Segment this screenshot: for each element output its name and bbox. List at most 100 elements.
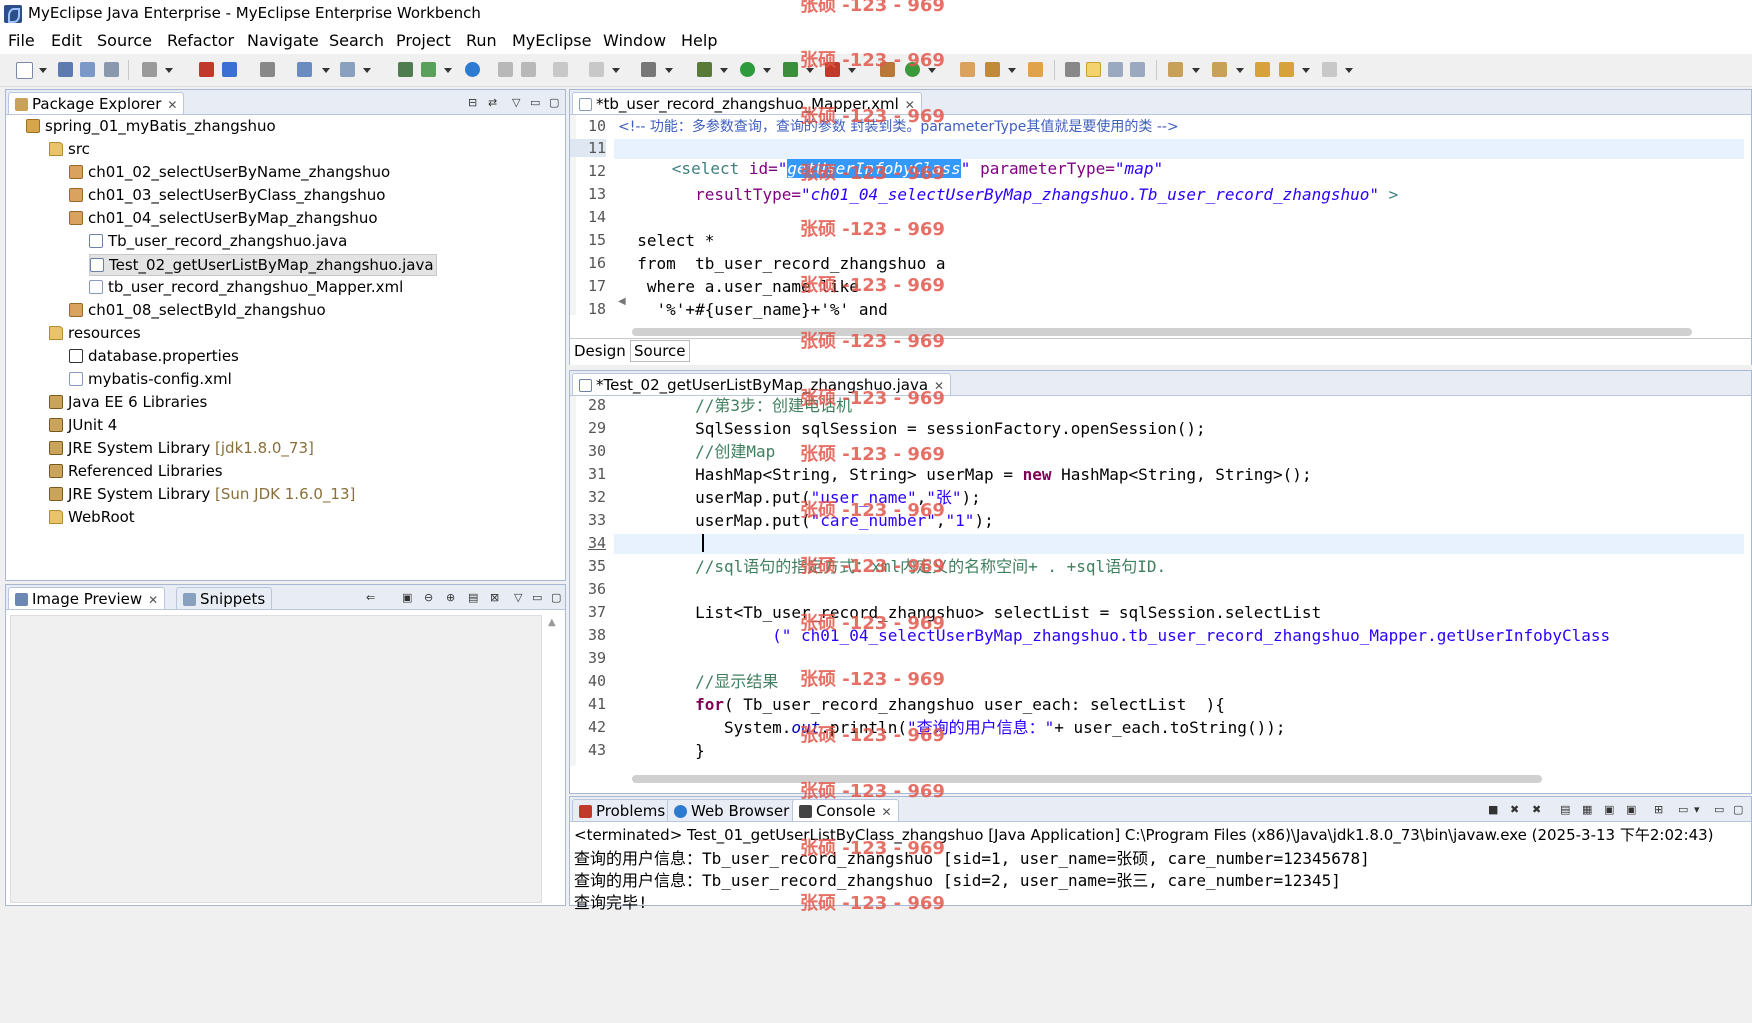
xml-code-area[interactable]: 10 11 12 13 14 15 16 17 18 <!-- 功能：多参数查询…	[570, 115, 1750, 319]
tab-web-browser[interactable]: Web Browser	[667, 799, 797, 821]
terminate-icon[interactable]: ■	[1488, 803, 1498, 816]
minimize-icon[interactable]: ▭	[532, 591, 542, 604]
scroll-up-icon[interactable]: ▲	[548, 617, 556, 628]
save-all-icon[interactable]	[80, 62, 95, 77]
close-icon[interactable]: ✕	[148, 589, 158, 611]
maximize-icon[interactable]: ▢	[551, 591, 561, 604]
menu-edit[interactable]: Edit	[51, 31, 82, 50]
tab-design[interactable]: Design	[574, 342, 626, 360]
build-icon[interactable]	[553, 62, 568, 77]
profile-icon[interactable]	[825, 62, 840, 77]
menu-file[interactable]: File	[8, 31, 35, 50]
open-type-icon[interactable]	[260, 62, 275, 77]
camera-dropdown-icon[interactable]	[665, 68, 673, 73]
close-icon[interactable]: ✕	[882, 801, 892, 823]
horizontal-scrollbar[interactable]	[632, 328, 1692, 336]
block-select-icon[interactable]	[1108, 62, 1123, 77]
tree-item-file[interactable]: mybatis-config.xml	[69, 369, 232, 389]
next-annotation-dropdown-icon[interactable]	[1192, 68, 1200, 73]
run-external-icon[interactable]	[783, 62, 798, 77]
mark-occurrences-icon[interactable]	[1065, 62, 1080, 77]
run-dropdown-icon[interactable]	[763, 68, 771, 73]
pin-console-icon[interactable]: ▣	[1604, 803, 1614, 816]
close-icon[interactable]: ✕	[167, 94, 177, 116]
tab-test-java[interactable]: *Test_02_getUserListByMap_zhangshuo.java…	[572, 373, 952, 397]
last-edit-icon[interactable]	[1255, 62, 1270, 77]
remove-launch-icon[interactable]: ✖	[1510, 803, 1519, 816]
display-dropdown-icon[interactable]: ▾	[1694, 803, 1700, 816]
sync-icon[interactable]	[905, 62, 920, 77]
deploy-dropdown-icon[interactable]	[165, 68, 173, 73]
scroll-left-icon[interactable]: ◀	[618, 296, 626, 307]
open-console-icon[interactable]: ⊞	[1654, 803, 1663, 816]
scroll-lock-icon[interactable]: ▦	[1582, 803, 1592, 816]
tree-item-library[interactable]: JRE System Library [Sun JDK 1.6.0_13]	[49, 484, 355, 504]
show-stdout-icon[interactable]: ▣	[1626, 803, 1636, 816]
tree-item-package[interactable]: ch01_03_selectUserByClass_zhangshuo	[69, 185, 385, 205]
forward-icon[interactable]	[1322, 62, 1337, 77]
search-dropdown-icon[interactable]	[363, 68, 371, 73]
new-dropdown-icon[interactable]	[39, 68, 47, 73]
tree-item-library[interactable]: JUnit 4	[49, 415, 117, 435]
package-tool-icon[interactable]	[960, 62, 975, 77]
tab-package-explorer[interactable]: Package Explorer ✕	[8, 92, 185, 116]
tree-item-package[interactable]: ch01_04_selectUserByMap_zhangshuo	[69, 208, 378, 228]
highlight-icon[interactable]	[1086, 62, 1101, 77]
maximize-icon[interactable]: ▢	[549, 96, 559, 109]
menu-run[interactable]: Run	[466, 31, 497, 50]
globe-icon[interactable]	[465, 62, 480, 77]
menu-source[interactable]: Source	[97, 31, 152, 50]
show-whitespace-icon[interactable]	[1130, 62, 1145, 77]
tab-source[interactable]: Source	[630, 340, 690, 362]
menu-navigate[interactable]: Navigate	[247, 31, 319, 50]
profile-dropdown-icon[interactable]	[848, 68, 856, 73]
menu-project[interactable]: Project	[396, 31, 451, 50]
launch-icon[interactable]	[398, 62, 413, 77]
run-external-dropdown-icon[interactable]	[806, 68, 814, 73]
tree-item-file[interactable]: Tb_user_record_zhangshuo.java	[89, 231, 347, 251]
tree-item-file[interactable]: tb_user_record_zhangshuo_Mapper.xml	[89, 277, 403, 297]
brush-dropdown-icon[interactable]	[1008, 68, 1016, 73]
zoom-out-icon[interactable]: ⊖	[424, 591, 433, 604]
folder-open-icon[interactable]	[1028, 62, 1043, 77]
tab-mapper-xml[interactable]: *tb_user_record_zhangshuo_Mapper.xml ✕	[572, 92, 922, 114]
tree-item-resources[interactable]: resources	[49, 323, 141, 343]
wand-dropdown-icon[interactable]	[322, 68, 330, 73]
menu-window[interactable]: Window	[603, 31, 666, 50]
tree-item-project[interactable]: spring_01_myBatis_zhangshuo	[26, 116, 276, 136]
prev-annotation-icon[interactable]	[1212, 62, 1227, 77]
view-menu-icon[interactable]: ▽	[514, 591, 522, 604]
next-annotation-icon[interactable]	[1168, 62, 1183, 77]
print-icon[interactable]	[104, 62, 119, 77]
close-icon[interactable]: ✕	[934, 375, 944, 397]
debug-icon[interactable]	[697, 62, 712, 77]
tree-item-file[interactable]: database.properties	[69, 346, 239, 366]
server-icon[interactable]	[199, 62, 214, 77]
cube-icon[interactable]	[222, 62, 237, 77]
tree-item-src[interactable]: src	[49, 139, 90, 159]
forward-dropdown-icon[interactable]	[1345, 68, 1353, 73]
menu-myeclipse[interactable]: MyEclipse	[512, 31, 591, 50]
save-icon[interactable]	[58, 62, 73, 77]
actual-size-icon[interactable]: ▤	[468, 591, 478, 604]
horizontal-scrollbar[interactable]	[632, 775, 1542, 783]
brush-icon[interactable]	[985, 62, 1000, 77]
tab-image-preview[interactable]: Image Preview ✕	[8, 587, 166, 611]
run-icon[interactable]	[740, 62, 755, 77]
refresh-dropdown-icon[interactable]	[612, 68, 620, 73]
minimize-icon[interactable]: ▭	[530, 96, 540, 109]
menu-refactor[interactable]: Refactor	[167, 31, 234, 50]
menu-help[interactable]: Help	[681, 31, 717, 50]
maximize-icon[interactable]: ▢	[1733, 803, 1743, 816]
search-tool-icon[interactable]	[340, 62, 355, 77]
view-menu-icon[interactable]: ▽	[512, 96, 520, 109]
collapse-all-icon[interactable]: ⊟	[468, 96, 477, 109]
java-code-area[interactable]: 28 29 30 31 32 33 34 35 36 37 38 39 40 4…	[570, 396, 1750, 766]
debug-dropdown-icon[interactable]	[720, 68, 728, 73]
remove-all-icon[interactable]: ✖	[1532, 803, 1541, 816]
zoom-in-icon[interactable]: ⊕	[446, 591, 455, 604]
prev-annotation-dropdown-icon[interactable]	[1236, 68, 1244, 73]
tree-item-library[interactable]: Java EE 6 Libraries	[49, 392, 207, 412]
minimize-icon[interactable]: ▭	[1714, 803, 1724, 816]
tree-item-file-selected[interactable]: Test_02_getUserListByMap_zhangshuo.java	[89, 254, 437, 276]
